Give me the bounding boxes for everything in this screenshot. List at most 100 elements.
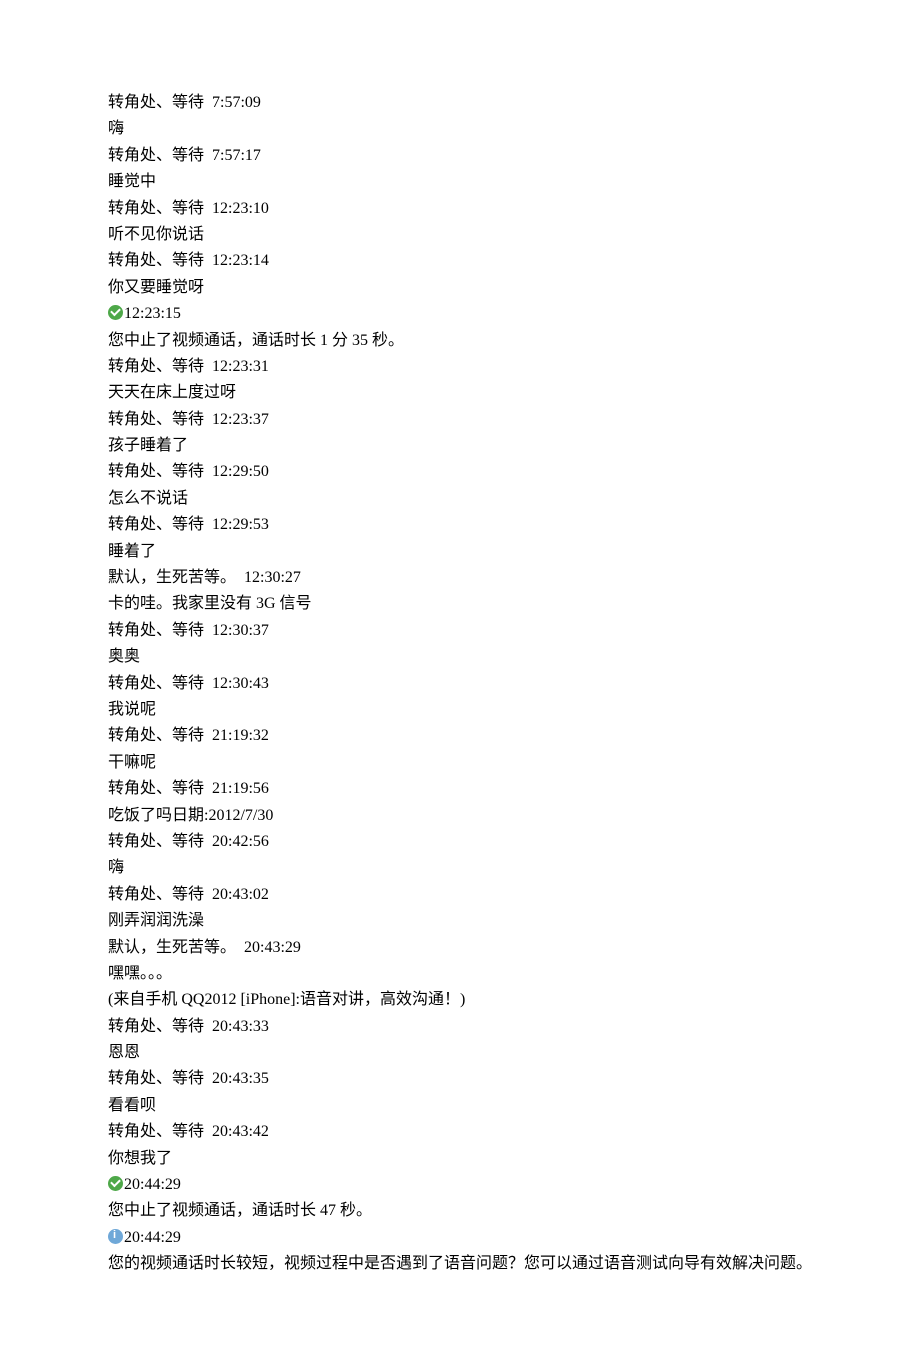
sender-name: 转角处、等待: [108, 252, 204, 269]
message-header: 转角处、等待 12:30:37: [108, 618, 812, 644]
message-header: 默认，生死苦等。 12:30:27: [108, 565, 812, 591]
system-header: 12:23:15: [108, 301, 812, 327]
system-content: 您中止了视频通话，通话时长 47 秒。: [108, 1198, 812, 1224]
message-content: 你又要睡觉呀: [108, 275, 812, 301]
message-time: 20:43:35: [212, 1070, 269, 1087]
chat-message: 转角处、等待 20:43:42你想我了: [108, 1119, 812, 1172]
message-header: 转角处、等待 12:23:14: [108, 248, 812, 274]
sender-name: 转角处、等待: [108, 727, 204, 744]
chat-message: 转角处、等待 12:29:50怎么不说话: [108, 459, 812, 512]
chat-message: 转角处、等待 12:30:43我说呢: [108, 671, 812, 724]
message-time: 12:23:31: [212, 358, 269, 375]
sender-name: 转角处、等待: [108, 780, 204, 797]
sender-name: 转角处、等待: [108, 622, 204, 639]
message-time: 12:23:10: [212, 200, 269, 217]
sender-name: 转角处、等待: [108, 516, 204, 533]
system-content: 您中止了视频通话，通话时长 1 分 35 秒。: [108, 328, 812, 354]
sender-name: 转角处、等待: [108, 833, 204, 850]
check-icon: [108, 305, 123, 320]
sender-name: 转角处、等待: [108, 886, 204, 903]
message-content: 孩子睡着了: [108, 433, 812, 459]
message-header: 转角处、等待 12:29:50: [108, 459, 812, 485]
message-content: 嗨: [108, 116, 812, 142]
message-header: 转角处、等待 20:43:35: [108, 1066, 812, 1092]
chat-message: 转角处、等待 7:57:17 睡觉中: [108, 143, 812, 196]
message-header: 转角处、等待 20:43:42: [108, 1119, 812, 1145]
message-time: 20:43:42: [212, 1123, 269, 1140]
message-content: 睡着了: [108, 539, 812, 565]
message-content: 嗨: [108, 855, 812, 881]
message-header: 转角处、等待 7:57:09: [108, 90, 812, 116]
chat-message: 转角处、等待 12:29:53睡着了: [108, 512, 812, 565]
message-content: 卡的哇。我家里没有 3G 信号: [108, 591, 812, 617]
chat-message: 转角处、等待 20:43:33恩恩: [108, 1014, 812, 1067]
message-content: 怎么不说话: [108, 486, 812, 512]
chat-message: 转角处、等待 12:23:31 天天在床上度过呀: [108, 354, 812, 407]
chat-message: 转角处、等待 12:30:37奥奥: [108, 618, 812, 671]
message-time: 21:19:32: [212, 727, 269, 744]
info-icon: [108, 1229, 123, 1244]
message-time: 12:23:14: [212, 252, 269, 269]
sender-name: 转角处、等待: [108, 1018, 204, 1035]
message-header: 转角处、等待 20:43:33: [108, 1014, 812, 1040]
message-time: 12:30:27: [244, 569, 301, 586]
chat-message: 默认，生死苦等。 12:30:27卡的哇。我家里没有 3G 信号: [108, 565, 812, 618]
message-content: 天天在床上度过呀: [108, 380, 812, 406]
message-header: 默认，生死苦等。 20:43:29: [108, 935, 812, 961]
system-time: 20:44:29: [124, 1176, 181, 1193]
system-header: 20:44:29: [108, 1172, 812, 1198]
message-header: 转角处、等待 20:42:56: [108, 829, 812, 855]
sender-name: 转角处、等待: [108, 1123, 204, 1140]
check-icon: [108, 1176, 123, 1191]
message-time: 7:57:17: [212, 147, 261, 164]
chat-message: 转角处、等待 20:43:35看看呗: [108, 1066, 812, 1119]
sender-name: 转角处、等待: [108, 147, 204, 164]
message-content-extra: (来自手机 QQ2012 [iPhone]:语音对讲，高效沟通！): [108, 987, 812, 1013]
message-header: 转角处、等待 12:23:10: [108, 196, 812, 222]
message-time: 20:43:02: [212, 886, 269, 903]
message-content: 吃饭了吗日期:2012/7/30: [108, 803, 812, 829]
system-content: 您的视频通话时长较短，视频过程中是否遇到了语音问题？您可以通过语音测试向导有效解…: [108, 1251, 812, 1277]
message-content: 刚弄润润洗澡: [108, 908, 812, 934]
chat-message: 20:44:29 您中止了视频通话，通话时长 47 秒。: [108, 1172, 812, 1225]
system-time: 20:44:29: [124, 1229, 181, 1246]
chat-log: 转角处、等待 7:57:09嗨转角处、等待 7:57:17睡觉中转角处、等待 1…: [108, 90, 812, 1278]
chat-message: 12:23:15 您中止了视频通话，通话时长 1 分 35 秒。: [108, 301, 812, 354]
message-content: 睡觉中: [108, 169, 812, 195]
sender-name: 转角处、等待: [108, 200, 204, 217]
message-content: 看看呗: [108, 1093, 812, 1119]
sender-name: 默认，生死苦等。: [108, 939, 236, 956]
sender-name: 转角处、等待: [108, 463, 204, 480]
message-time: 20:42:56: [212, 833, 269, 850]
sender-name: 转角处、等待: [108, 358, 204, 375]
sender-name: 转角处、等待: [108, 94, 204, 111]
message-content: 听不见你说话: [108, 222, 812, 248]
message-time: 20:43:33: [212, 1018, 269, 1035]
message-content: 奥奥: [108, 644, 812, 670]
message-time: 12:30:37: [212, 622, 269, 639]
chat-message: 转角处、等待 12:23:10听不见你说话: [108, 196, 812, 249]
message-content: 干嘛呢: [108, 750, 812, 776]
message-header: 转角处、等待 12:30:43: [108, 671, 812, 697]
chat-message: 默认，生死苦等。 20:43:29嘿嘿。。。(来自手机 QQ2012 [iPho…: [108, 935, 812, 1014]
message-header: 转角处、等待 20:43:02: [108, 882, 812, 908]
sender-name: 默认，生死苦等。: [108, 569, 236, 586]
chat-message: 转角处、等待 21:19:32干嘛呢: [108, 723, 812, 776]
chat-message: 转角处、等待 20:43:02刚弄润润洗澡: [108, 882, 812, 935]
chat-message: 转角处、等待 21:19:56吃饭了吗日期:2012/7/30: [108, 776, 812, 829]
message-time: 20:43:29: [244, 939, 301, 956]
chat-message: 转角处、等待 7:57:09嗨: [108, 90, 812, 143]
system-time: 12:23:15: [124, 305, 181, 322]
chat-message: 20:44:29 您的视频通话时长较短，视频过程中是否遇到了语音问题？您可以通过语…: [108, 1225, 812, 1278]
sender-name: 转角处、等待: [108, 411, 204, 428]
sender-name: 转角处、等待: [108, 1070, 204, 1087]
message-time: 12:29:50: [212, 463, 269, 480]
message-content: 你想我了: [108, 1146, 812, 1172]
message-header: 转角处、等待 21:19:56: [108, 776, 812, 802]
sender-name: 转角处、等待: [108, 675, 204, 692]
message-header: 转角处、等待 21:19:32: [108, 723, 812, 749]
message-time: 12:30:43: [212, 675, 269, 692]
chat-message: 转角处、等待 12:23:14你又要睡觉呀: [108, 248, 812, 301]
chat-message: 转角处、等待 12:23:37孩子睡着了: [108, 407, 812, 460]
chat-message: 转角处、等待 20:42:56嗨: [108, 829, 812, 882]
